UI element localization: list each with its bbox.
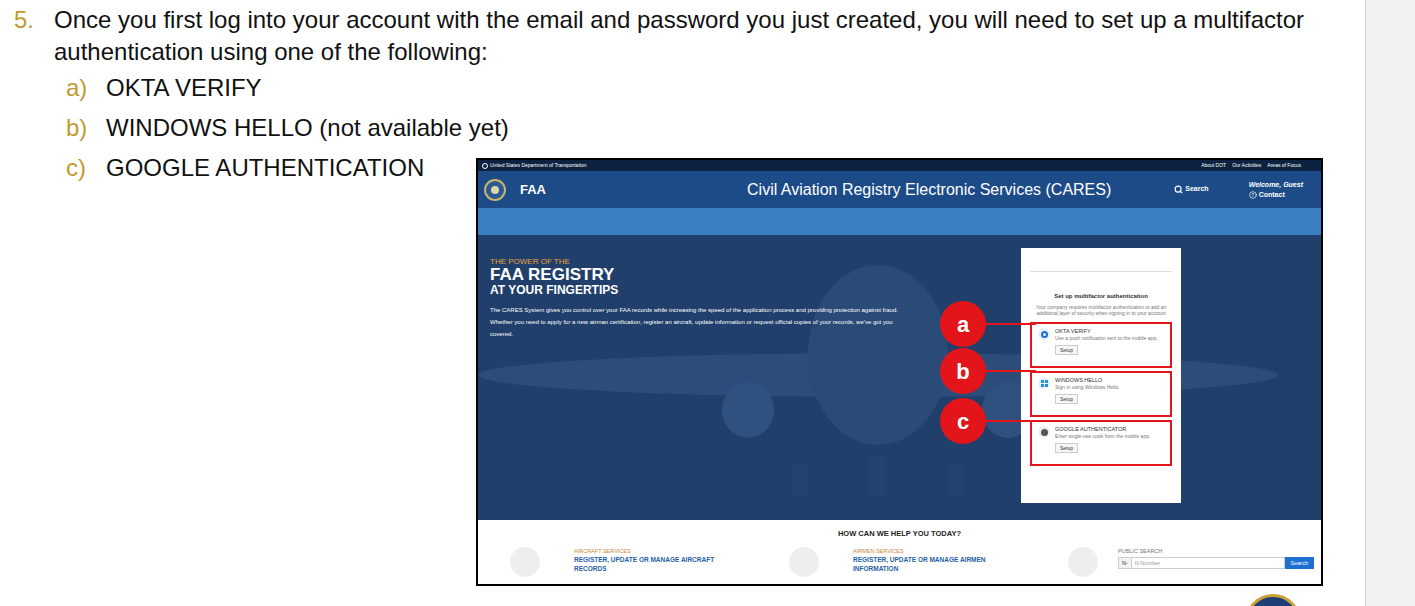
public-search-button[interactable]: Search: [1285, 557, 1314, 569]
hero-kicker: THE POWER OF THE: [490, 257, 900, 267]
callout-badge: a: [940, 301, 986, 347]
windows-icon: [1038, 377, 1050, 389]
search-icon: [1174, 185, 1183, 194]
factor-option: OKTA VERIFYUse a push notification sent …: [1030, 322, 1172, 368]
n-number-input[interactable]: N-Number: [1132, 557, 1285, 569]
factor-option: GOOGLE AUTHENTICATOREnter single-use cod…: [1030, 420, 1172, 466]
mfa-title: Set up multifactor authentication: [1030, 292, 1172, 300]
authenticator-icon: [1038, 426, 1050, 438]
step-instruction: Once you first log into your account wit…: [54, 4, 1304, 68]
search-circle-icon: [1068, 547, 1098, 577]
help-section: HOW CAN WE HELP YOU TODAY? AIRCRAFT SERVI…: [478, 520, 1321, 584]
option-letter: c): [66, 148, 106, 188]
service-link[interactable]: REGISTER, UPDATE OR MANAGE AIRCRAFT RECO…: [574, 555, 744, 573]
agency-name: United States Department of Transportati…: [490, 162, 586, 170]
callout-line: [984, 420, 1036, 422]
factor-description: Sign in using Windows Hello.: [1055, 384, 1119, 391]
site-title: Civil Aviation Registry Electronic Servi…: [684, 178, 1174, 202]
callout-badge: b: [940, 348, 986, 394]
hero-subtitle: AT YOUR FINGERTIPS: [490, 283, 900, 298]
service-category: AIRCRAFT SERVICES: [574, 547, 744, 555]
faa-seal-icon: [484, 179, 506, 201]
service-icon: [510, 547, 540, 577]
faa-brand[interactable]: FAA: [520, 180, 546, 200]
callout-line: [984, 370, 1036, 372]
top-link[interactable]: Our Activities: [1232, 162, 1261, 170]
public-search-label: PUBLIC SEARCH: [1118, 547, 1314, 555]
step-number: 5.: [14, 4, 54, 68]
service-item[interactable]: AIRMEN SERVICESREGISTER, UPDATE OR MANAG…: [789, 547, 1068, 577]
factor-name: GOOGLE AUTHENTICATOR: [1055, 426, 1126, 433]
nav-stripe: [478, 208, 1321, 235]
factor-description: Use a push notification sent to the mobi…: [1055, 335, 1158, 342]
dot-logo-icon: [482, 163, 488, 169]
public-search: PUBLIC SEARCH N-N-NumberSearch: [1068, 547, 1321, 577]
mfa-card: Set up multifactor authentication Your co…: [1021, 248, 1181, 503]
okta-icon: [1038, 328, 1050, 340]
contact-link[interactable]: Contact: [1249, 190, 1285, 200]
top-link[interactable]: About DOT: [1201, 162, 1226, 170]
n-prefix: N-: [1118, 557, 1132, 569]
setup-button[interactable]: Setup: [1055, 394, 1078, 404]
option-label: WINDOWS HELLO (not available yet): [106, 108, 509, 148]
option-letter: b): [66, 108, 106, 148]
option-label: OKTA VERIFY: [106, 68, 262, 108]
step-text: 5.Once you first log into your account w…: [14, 4, 1304, 68]
mfa-description: Your company requires multifactor authen…: [1030, 304, 1172, 316]
search-link[interactable]: Search: [1174, 184, 1208, 195]
cares-header: FAA Civil Aviation Registry Electronic Se…: [478, 171, 1321, 208]
help-icon: [1249, 191, 1257, 199]
cares-screenshot: United States Department of Transportati…: [476, 158, 1323, 586]
dot-seal-icon: [1245, 594, 1301, 606]
service-icon: [789, 547, 819, 577]
hero: THE POWER OF THEFAA REGISTRYAT YOUR FING…: [478, 235, 1321, 520]
top-link[interactable]: Areas of Focus: [1267, 162, 1301, 170]
factor-name: OKTA VERIFY: [1055, 328, 1091, 335]
option-item: b)WINDOWS HELLO (not available yet): [66, 108, 1365, 148]
hero-title: FAA REGISTRY: [490, 267, 900, 283]
option-letter: a): [66, 68, 106, 108]
factor-option: WINDOWS HELLOSign in using Windows Hello…: [1030, 371, 1172, 417]
dot-top-bar: United States Department of Transportati…: [478, 160, 1321, 171]
option-item: a)OKTA VERIFY: [66, 68, 1365, 108]
slide: 5.Once you first log into your account w…: [0, 0, 1415, 606]
callout-line: [984, 323, 1036, 325]
side-panel: [1365, 0, 1415, 606]
setup-button[interactable]: Setup: [1055, 443, 1078, 453]
welcome-text: Welcome, Guest: [1249, 180, 1303, 190]
callout-badge: c: [940, 398, 986, 444]
slide-content: 5.Once you first log into your account w…: [0, 0, 1365, 606]
service-link[interactable]: REGISTER, UPDATE OR MANAGE AIRMEN INFORM…: [853, 555, 1023, 573]
option-item: c)GOOGLE AUTHENTICATION: [66, 148, 476, 188]
service-category: AIRMEN SERVICES: [853, 547, 1023, 555]
factor-description: Enter single-use code from the mobile ap…: [1055, 433, 1150, 440]
service-item[interactable]: AIRCRAFT SERVICESREGISTER, UPDATE OR MAN…: [510, 547, 789, 577]
hero-body: The CARES System gives you control over …: [490, 304, 900, 340]
option-label: GOOGLE AUTHENTICATION: [106, 148, 424, 188]
setup-button[interactable]: Setup: [1055, 345, 1078, 355]
factor-name: WINDOWS HELLO: [1055, 377, 1102, 384]
help-title: HOW CAN WE HELP YOU TODAY?: [478, 528, 1321, 539]
